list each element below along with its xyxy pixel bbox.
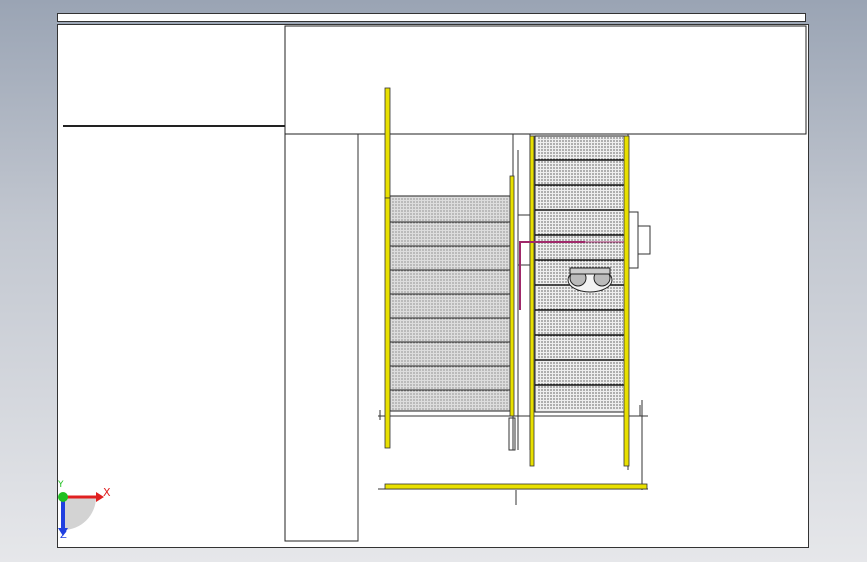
x-axis-label: X: [103, 486, 111, 499]
rail-bar: [384, 483, 648, 490]
rail-bar: [623, 135, 630, 467]
left-mesh-panel: [389, 195, 511, 412]
graphics-viewport[interactable]: X Y Z: [0, 0, 867, 562]
rail-bar: [384, 87, 391, 199]
y-axis-label: Y: [58, 480, 64, 490]
rail-bar: [529, 135, 535, 467]
rail-bar: [384, 197, 391, 449]
drawing-canvas: [58, 25, 807, 542]
rail-bar: [509, 175, 515, 417]
z-axis-label: Z: [60, 530, 67, 541]
motor-assembly: [567, 267, 613, 293]
